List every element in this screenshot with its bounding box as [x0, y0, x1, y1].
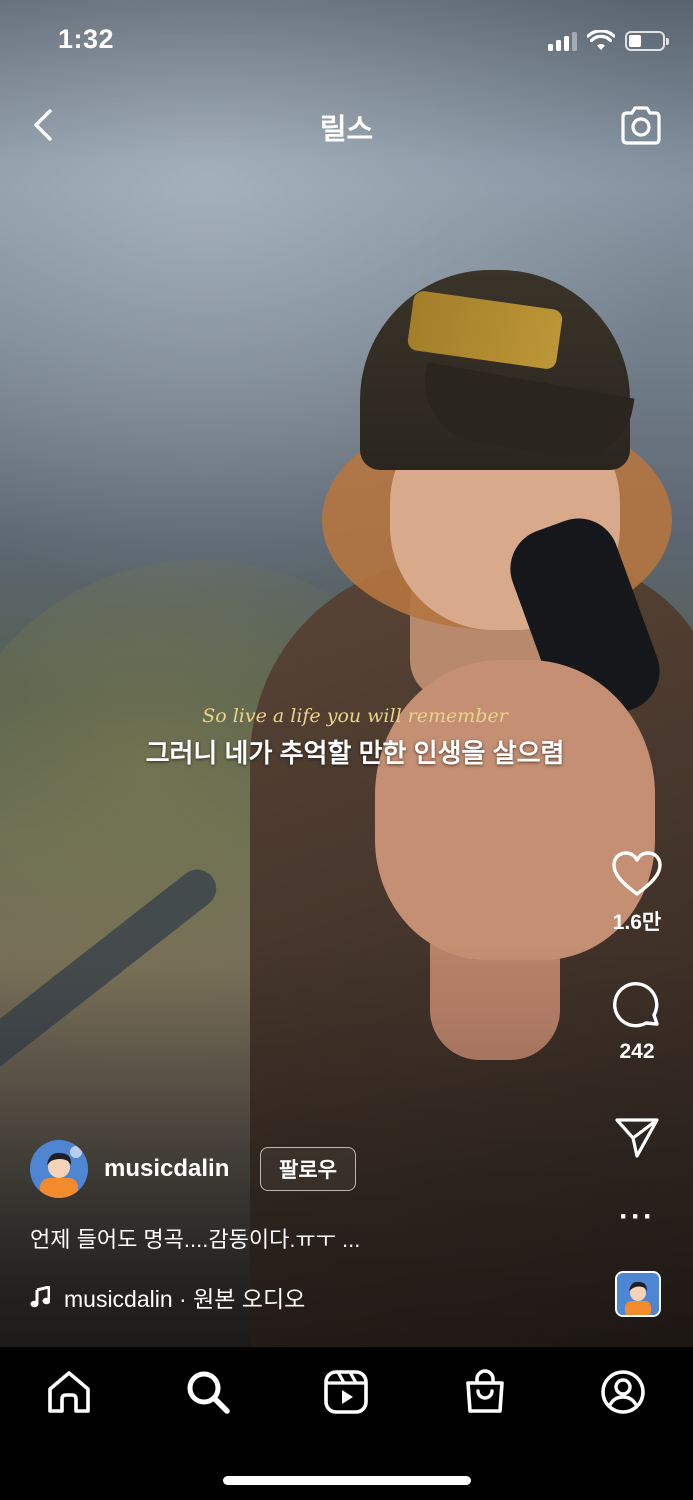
audio-thumbnail[interactable]	[615, 1271, 661, 1317]
more-options-button[interactable]: ···	[619, 1200, 655, 1234]
audio-label: musicdalin · 원본 오디오	[64, 1286, 306, 1312]
share-action[interactable]	[599, 1116, 675, 1160]
caption[interactable]: 언제 들어도 명곡....감동이다.ㅠㅜ ...	[30, 1222, 360, 1254]
follow-button[interactable]: 팔로우	[260, 1147, 356, 1191]
shop-icon[interactable]	[460, 1367, 510, 1417]
home-indicator[interactable]	[223, 1476, 471, 1485]
battery-icon	[625, 31, 669, 51]
signal-icon	[548, 31, 577, 51]
like-action[interactable]: 1.6만	[599, 850, 675, 936]
reel-video[interactable]	[0, 0, 693, 1347]
status-icons	[548, 30, 669, 52]
music-note-icon	[30, 1286, 50, 1308]
audio-link[interactable]: musicdalin · 원본 오디오	[30, 1280, 305, 1314]
avatar-illustration	[30, 1140, 88, 1198]
subtitle-korean: 그러니 네가 추억할 만한 인생을 살으렴	[145, 738, 565, 768]
home-icon[interactable]	[44, 1367, 94, 1417]
avatar[interactable]	[30, 1140, 88, 1198]
avatar-illustration	[617, 1273, 659, 1315]
reels-icon[interactable]	[321, 1367, 371, 1417]
page-title: 릴스	[319, 114, 374, 146]
username[interactable]: musicdalin	[104, 1155, 229, 1183]
wifi-icon	[587, 30, 615, 50]
comment-count: 242	[619, 1040, 655, 1063]
subtitle-english: So live a life you will remember	[202, 705, 508, 727]
heart-icon[interactable]	[611, 850, 663, 898]
comment-action[interactable]: 242	[599, 980, 675, 1064]
comment-icon[interactable]	[611, 980, 663, 1032]
status-time: 1:32	[58, 24, 115, 54]
paper-plane-icon[interactable]	[613, 1116, 661, 1160]
video-vignette	[0, 0, 693, 1347]
profile-icon[interactable]	[598, 1367, 648, 1417]
like-count: 1.6만	[612, 911, 662, 934]
camera-icon[interactable]	[617, 103, 665, 149]
search-icon[interactable]	[183, 1367, 233, 1417]
